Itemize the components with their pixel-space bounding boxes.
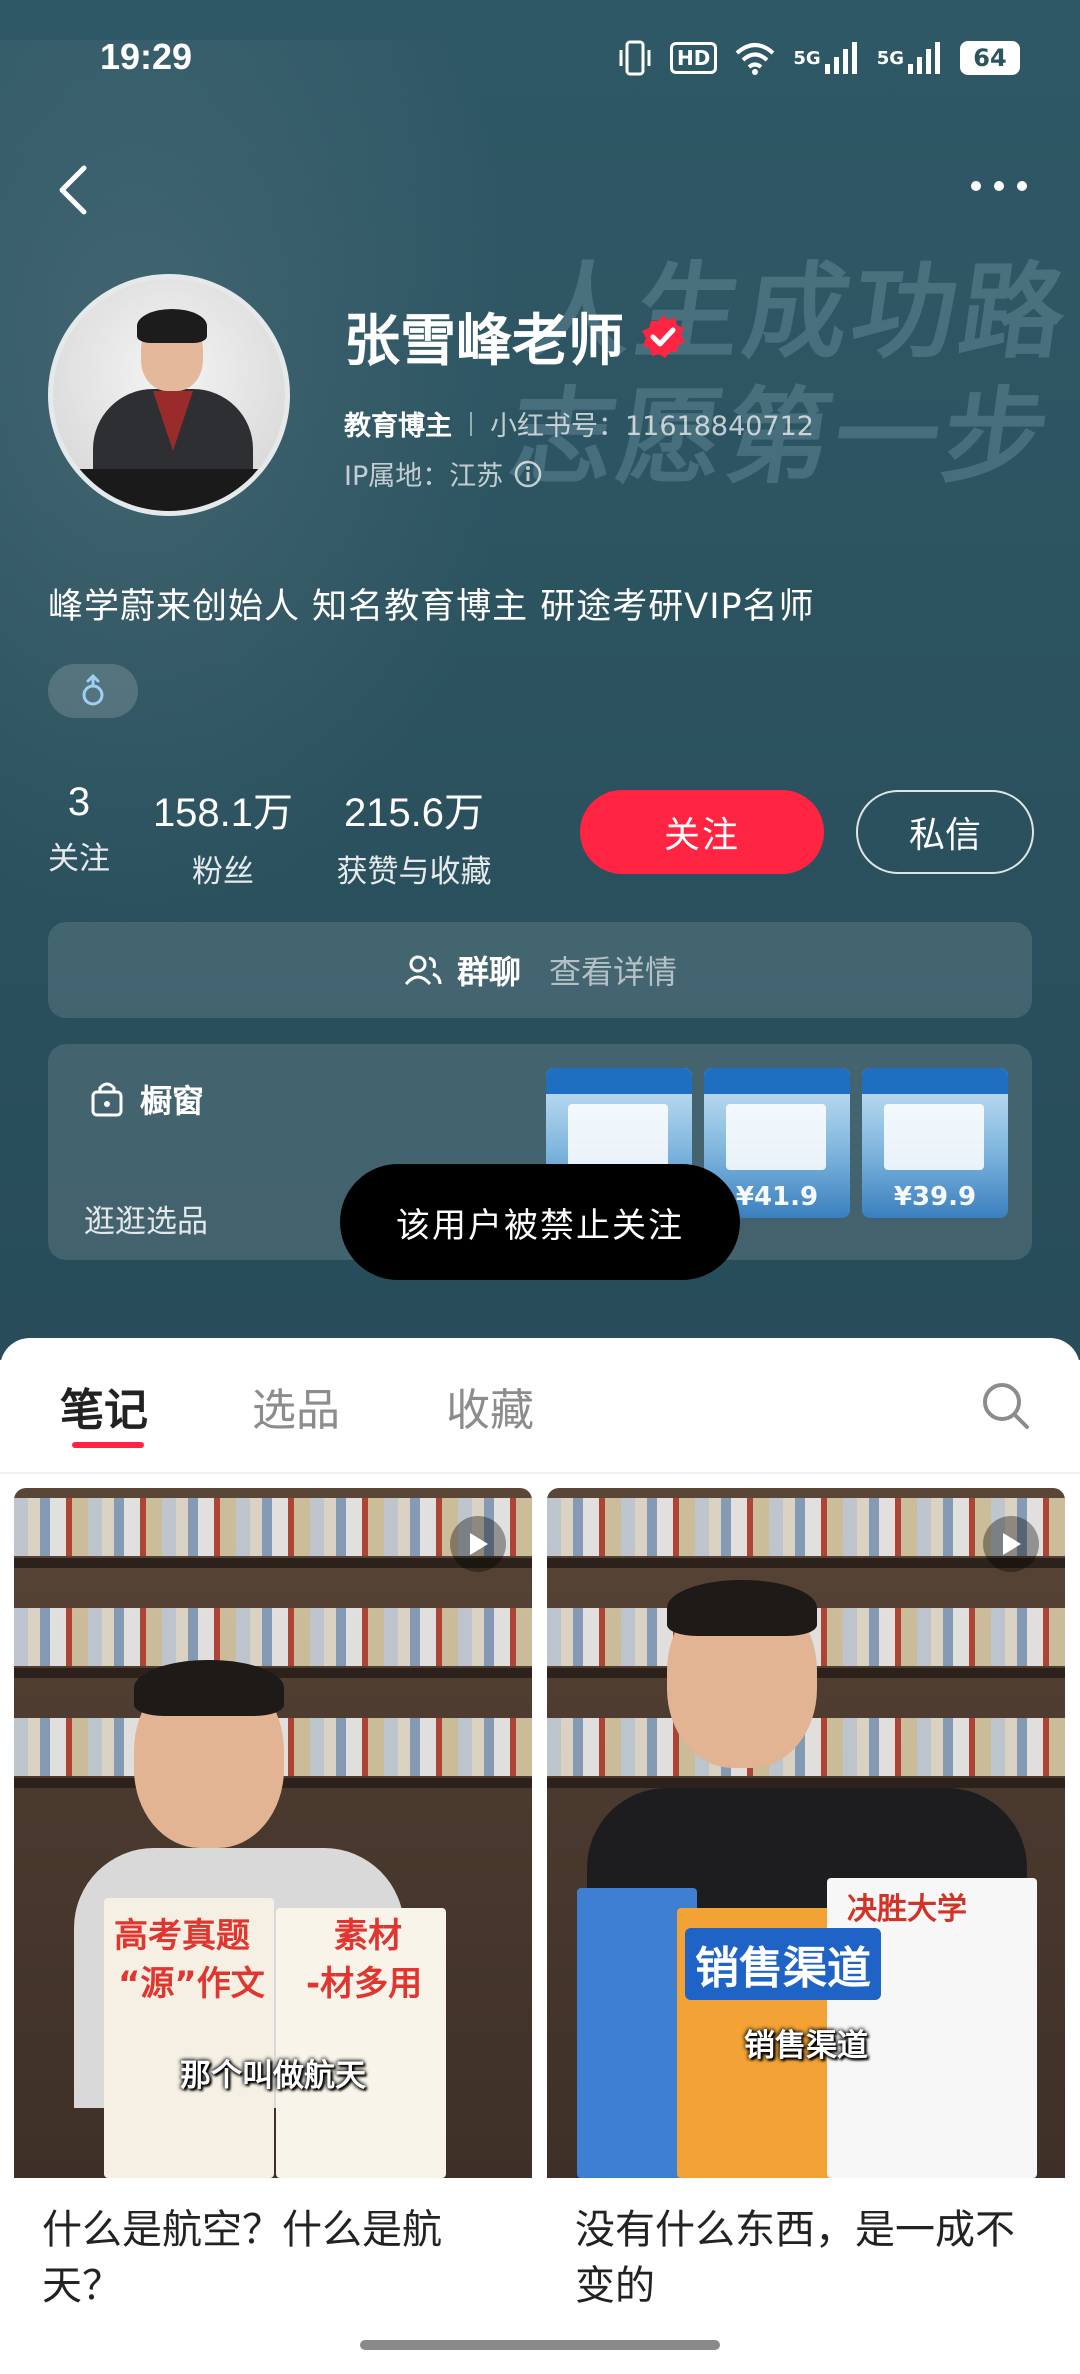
play-icon: [1003, 1533, 1021, 1555]
status-time: 19:29: [100, 36, 193, 77]
group-chat-bar[interactable]: 群聊 查看详情: [48, 922, 1032, 1018]
book-title: 决胜大学: [847, 1892, 967, 1927]
profile-bio: 峰学蔚来创始人 知名教育博主 研途考研VIP名师: [48, 587, 815, 627]
product-cover: [884, 1104, 984, 1170]
male-icon: [82, 673, 104, 706]
product-band: [704, 1068, 850, 1094]
stat-fans[interactable]: 158.1万 粉丝: [138, 780, 308, 891]
video-subtitle: 销售渠道: [744, 2028, 868, 2064]
search-button[interactable]: [978, 1378, 1032, 1432]
follow-button[interactable]: 关注: [580, 790, 824, 874]
play-icon: [470, 1533, 488, 1555]
status-bar: 19:29 HD 5G 5G 64: [0, 0, 1080, 120]
book-title: 高考真题: [114, 1916, 250, 1956]
toast-message: 该用户被禁止关注: [340, 1164, 740, 1280]
status-icons: HD 5G 5G 64: [618, 38, 1020, 78]
stat-likes-count: 215.6万: [343, 791, 485, 835]
battery-icon: 64: [960, 41, 1020, 75]
home-indicator[interactable]: [360, 2340, 720, 2350]
gender-tag: [48, 664, 138, 718]
product-band: [862, 1068, 1008, 1094]
verified-badge-icon: [642, 314, 685, 358]
book-title: 素材: [334, 1916, 402, 1956]
note-card[interactable]: 决胜大学 销售渠道 销售渠道 没有什么东西，是一成不变的: [547, 1488, 1065, 2314]
stat-following[interactable]: 3 关注: [44, 780, 114, 878]
video-subtitle: 那个叫做航天: [180, 2058, 366, 2094]
stat-following-count: 3: [67, 780, 91, 824]
shop-window-title: 橱窗: [90, 1076, 204, 1122]
chevron-left-icon: [59, 165, 87, 215]
product-cover: [568, 1104, 668, 1170]
shop-window-title-text: 橱窗: [140, 1082, 205, 1120]
shopping-bag-icon: [91, 1082, 123, 1117]
book-title: “源”作文: [118, 1964, 265, 2004]
shop-product-3[interactable]: ¥39.9: [862, 1068, 1008, 1218]
book-title: 销售渠道: [685, 1928, 881, 2000]
profile-role: 教育博主: [344, 411, 452, 442]
group-chat-icon: [404, 955, 442, 986]
signal-label: 5G: [793, 47, 821, 69]
note-title[interactable]: 什么是航空？什么是航天？: [14, 2178, 532, 2314]
stat-fans-label: 粉丝: [192, 854, 254, 890]
tab-active-indicator: [72, 1442, 144, 1448]
note-thumbnail[interactable]: 决胜大学 销售渠道 销售渠道: [547, 1488, 1065, 2178]
signal-icon-2: 5G: [877, 40, 942, 76]
profile-name: 张雪峰老师: [344, 296, 688, 377]
person-hair: [667, 1580, 817, 1636]
signal-icon: 5G: [793, 40, 858, 76]
stat-likes[interactable]: 215.6万 获赞与收藏: [326, 780, 502, 891]
product-band: [546, 1068, 692, 1094]
stat-fans-count: 158.1万: [152, 791, 294, 835]
meta-divider: [470, 411, 472, 436]
note-thumbnail[interactable]: 高考真题 “源”作文 素材 -材多用 那个叫做航天: [14, 1488, 532, 2178]
more-horizontal-icon: [971, 181, 1027, 191]
profile-ip-text: IP属地：江苏: [344, 461, 504, 492]
stat-likes-label: 获赞与收藏: [336, 854, 492, 890]
product-cover: [726, 1104, 826, 1170]
avatar-hair: [137, 309, 207, 343]
video-badge: [450, 1516, 506, 1572]
wifi-icon: [735, 41, 775, 75]
profile-red-id[interactable]: 小红书号：11618840712: [490, 404, 814, 443]
product-price: ¥39.9: [893, 1182, 977, 1212]
note-card[interactable]: 高考真题 “源”作文 素材 -材多用 那个叫做航天 什么是航空？什么是航天？: [14, 1488, 532, 2314]
person-hair: [134, 1660, 284, 1716]
avatar[interactable]: [48, 274, 290, 516]
profile-tabs: 笔记 选品 收藏: [0, 1338, 1080, 1474]
search-icon: [983, 1383, 1029, 1429]
signal-label-2: 5G: [876, 47, 904, 69]
bookshelf-row: [14, 1608, 532, 1666]
group-chat-label: 群聊: [456, 953, 521, 991]
more-button[interactable]: [964, 166, 1034, 206]
group-chat-detail: 查看详情: [549, 953, 678, 991]
back-button[interactable]: [46, 160, 106, 220]
book-title: -材多用: [306, 1964, 423, 2004]
info-icon[interactable]: [513, 459, 543, 489]
profile-meta: 教育博主 小红书号：11618840712: [344, 404, 814, 443]
profile-name-text: 张雪峰老师: [344, 309, 624, 374]
tab-notes[interactable]: 笔记: [60, 1374, 148, 1438]
avatar-desk: [53, 469, 285, 511]
shop-window-subtitle: 逛逛选品: [84, 1204, 208, 1240]
stat-following-label: 关注: [48, 841, 110, 877]
message-button[interactable]: 私信: [856, 790, 1034, 874]
vibrate-icon: [618, 38, 652, 78]
profile-ip: IP属地：江苏: [344, 454, 543, 493]
video-badge: [983, 1516, 1039, 1572]
tab-favorites[interactable]: 收藏: [446, 1374, 534, 1438]
note-title[interactable]: 没有什么东西，是一成不变的: [547, 2178, 1065, 2314]
hd-voice-icon: HD: [670, 42, 718, 74]
shelf: [547, 1778, 1065, 1788]
tab-picks[interactable]: 选品: [252, 1374, 340, 1438]
